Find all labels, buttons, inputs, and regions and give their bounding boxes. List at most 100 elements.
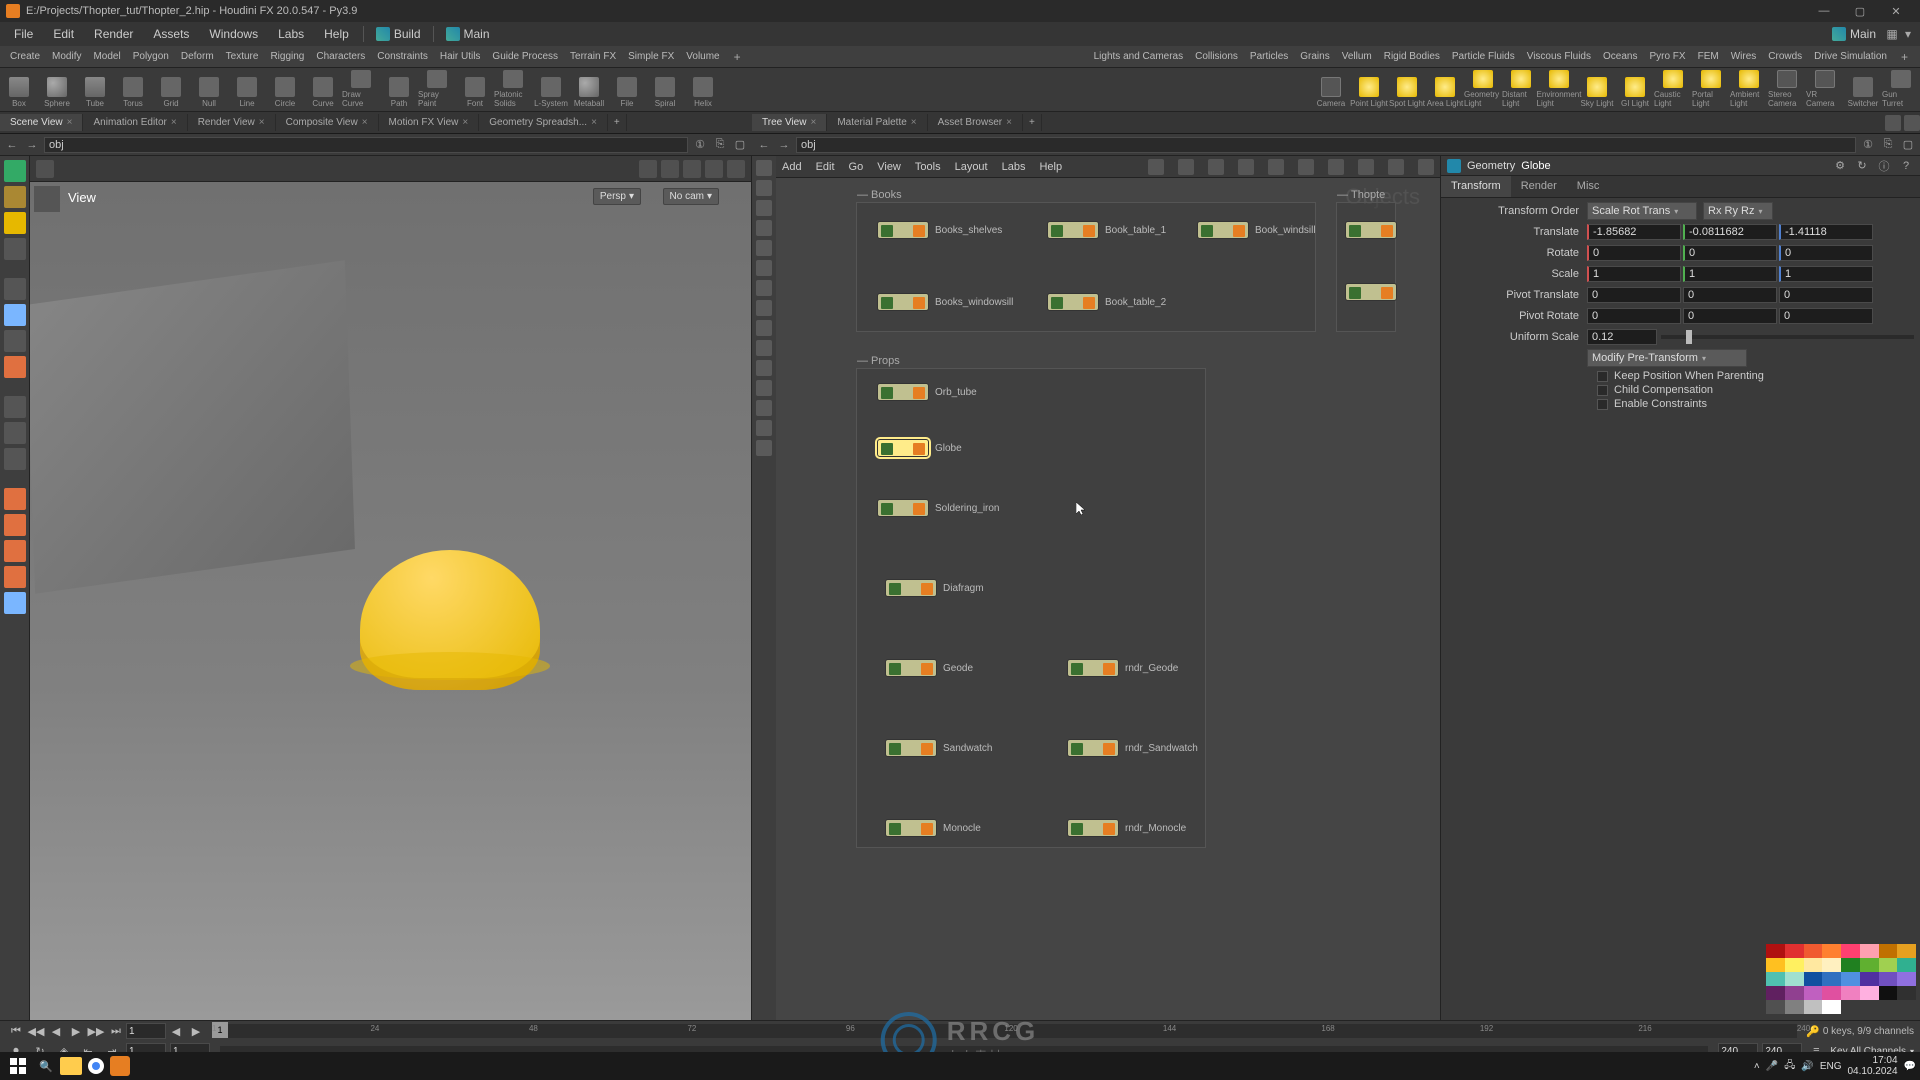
tab-geometry-spreadsh-[interactable]: Geometry Spreadsh... × xyxy=(479,114,608,131)
node-menu-edit[interactable]: Edit xyxy=(816,161,835,173)
shelf-spiral[interactable]: Spiral xyxy=(646,70,684,110)
node-opt-c-icon[interactable] xyxy=(1208,159,1224,175)
collapse-icon[interactable]: — xyxy=(857,355,867,367)
vr-g-icon[interactable] xyxy=(756,280,772,296)
tray-time[interactable]: 17:04 xyxy=(1847,1055,1897,1066)
vp-opt-a-icon[interactable] xyxy=(639,160,657,178)
maximize-pane-r-icon[interactable]: ▢ xyxy=(1900,137,1916,153)
node-sandwatch[interactable]: Sandwatch xyxy=(885,739,992,757)
node-monocle[interactable]: Monocle xyxy=(885,819,981,837)
node-help-icon[interactable] xyxy=(1418,159,1434,175)
vr-k-icon[interactable] xyxy=(756,360,772,376)
persp-dropdown[interactable]: Persp▾ xyxy=(593,188,641,205)
tab-composite-view[interactable]: Composite View × xyxy=(276,114,379,131)
right-path-input[interactable] xyxy=(796,137,1856,153)
close-button[interactable]: ✕ xyxy=(1878,0,1914,22)
pvr-z[interactable] xyxy=(1779,308,1873,324)
pvr-x[interactable] xyxy=(1587,308,1681,324)
vr-e-icon[interactable] xyxy=(756,240,772,256)
vr-i-icon[interactable] xyxy=(756,320,772,336)
node-menu-tools[interactable]: Tools xyxy=(915,161,941,173)
step-fwd-button[interactable]: ▶ xyxy=(186,1023,206,1039)
node-book-windsill[interactable]: Book_windsill xyxy=(1197,221,1316,239)
first-frame-button[interactable]: ⏮ xyxy=(6,1023,26,1039)
shelf-point-light[interactable]: Point Light xyxy=(1350,70,1388,110)
toolbar-item[interactable]: Lights and Cameras xyxy=(1088,51,1190,62)
color-swatch[interactable] xyxy=(1822,944,1841,958)
toolbar-item[interactable]: Constraints xyxy=(371,51,434,62)
toolbar-item[interactable]: Guide Process xyxy=(486,51,564,62)
menu-labs[interactable]: Labs xyxy=(268,27,314,41)
node-menu-labs[interactable]: Labs xyxy=(1002,161,1026,173)
explorer-icon[interactable] xyxy=(60,1057,82,1075)
color-swatch[interactable] xyxy=(1804,986,1823,1000)
vr-d-icon[interactable] xyxy=(756,220,772,236)
shelf-circle[interactable]: Circle xyxy=(266,70,304,110)
node-opt-a-icon[interactable] xyxy=(1148,159,1164,175)
icon-a[interactable] xyxy=(1885,115,1901,131)
tool-d-icon[interactable] xyxy=(4,396,26,418)
shelf-caustic-light[interactable]: Caustic Light xyxy=(1654,70,1692,110)
shelf-portal-light[interactable]: Portal Light xyxy=(1692,70,1730,110)
vr-n-icon[interactable] xyxy=(756,420,772,436)
color-swatch[interactable] xyxy=(1785,1000,1804,1014)
shelf-l-system[interactable]: L-System xyxy=(532,70,570,110)
color-palette[interactable] xyxy=(1766,944,1916,1014)
node-books-shelves[interactable]: Books_shelves xyxy=(877,221,1002,239)
shelf-metaball[interactable]: Metaball xyxy=(570,70,608,110)
shelf-sky-light[interactable]: Sky Light xyxy=(1578,70,1616,110)
menu-windows[interactable]: Windows xyxy=(199,27,268,41)
close-icon[interactable]: × xyxy=(810,117,816,128)
node-menu-layout[interactable]: Layout xyxy=(955,161,988,173)
viewport[interactable]: View Persp▾ No cam▾ xyxy=(30,182,751,1020)
tray-mic-icon[interactable]: 🎤 xyxy=(1766,1061,1778,1072)
close-icon[interactable]: × xyxy=(1006,117,1012,128)
color-swatch[interactable] xyxy=(1841,972,1860,986)
layout-icon[interactable]: ▦ xyxy=(1884,26,1900,42)
shelf-platonic-solids[interactable]: Platonic Solids xyxy=(494,70,532,110)
node-opt-e-icon[interactable] xyxy=(1268,159,1284,175)
node-name-label[interactable]: Globe xyxy=(1521,160,1550,172)
translate-y[interactable] xyxy=(1683,224,1777,240)
toolbar-item[interactable]: Deform xyxy=(175,51,220,62)
modify-pretransform-select[interactable]: Modify Pre-Transform▾ xyxy=(1587,349,1747,367)
uniform-scale-slider[interactable] xyxy=(1661,335,1914,339)
tab-misc[interactable]: Misc xyxy=(1567,176,1610,197)
vp-opt-b-icon[interactable] xyxy=(661,160,679,178)
scale-x[interactable] xyxy=(1587,266,1681,282)
color-swatch[interactable] xyxy=(1897,944,1916,958)
node-opt-d-icon[interactable] xyxy=(1238,159,1254,175)
tray-lang[interactable]: ENG xyxy=(1820,1061,1842,1072)
vp-mode-a-icon[interactable] xyxy=(36,160,54,178)
node-thopter-a[interactable] xyxy=(1345,221,1397,239)
color-swatch[interactable] xyxy=(1860,958,1879,972)
color-swatch[interactable] xyxy=(1785,972,1804,986)
tool-move-icon[interactable] xyxy=(4,186,26,208)
windows-start-icon[interactable] xyxy=(4,1054,32,1078)
color-swatch[interactable] xyxy=(1822,1000,1841,1014)
tray-vol-icon[interactable]: 🔊 xyxy=(1801,1061,1813,1072)
group-props[interactable]: —Props Orb_tube Globe Soldering_iron Dia… xyxy=(856,368,1206,848)
node-orb-tube[interactable]: Orb_tube xyxy=(877,383,977,401)
shelf-file[interactable]: File xyxy=(608,70,646,110)
desktop-main[interactable]: Main xyxy=(438,27,498,41)
vr-b-icon[interactable] xyxy=(756,180,772,196)
shelf-tube[interactable]: Tube xyxy=(76,70,114,110)
rotate-z[interactable] xyxy=(1779,245,1873,261)
toolbar-item[interactable]: Hair Utils xyxy=(434,51,487,62)
tray-date[interactable]: 04.10.2024 xyxy=(1847,1066,1897,1077)
desktop-build[interactable]: Build xyxy=(368,27,429,41)
prev-frame-button[interactable]: ◀ xyxy=(46,1023,66,1039)
color-swatch[interactable] xyxy=(1766,958,1785,972)
color-swatch[interactable] xyxy=(1822,958,1841,972)
toolbar-item[interactable]: Viscous Fluids xyxy=(1521,51,1597,62)
node-menu-view[interactable]: View xyxy=(877,161,901,173)
tool-select-icon[interactable] xyxy=(4,160,26,182)
tab-add[interactable]: + xyxy=(608,114,627,131)
shelf-font[interactable]: Font xyxy=(456,70,494,110)
back-icon-r[interactable]: ← xyxy=(756,137,772,153)
shelf-switcher[interactable]: Switcher xyxy=(1844,70,1882,110)
shelf-geometry-light[interactable]: Geometry Light xyxy=(1464,70,1502,110)
frame-icon[interactable]: ① xyxy=(692,137,708,153)
close-icon[interactable]: × xyxy=(171,117,177,128)
